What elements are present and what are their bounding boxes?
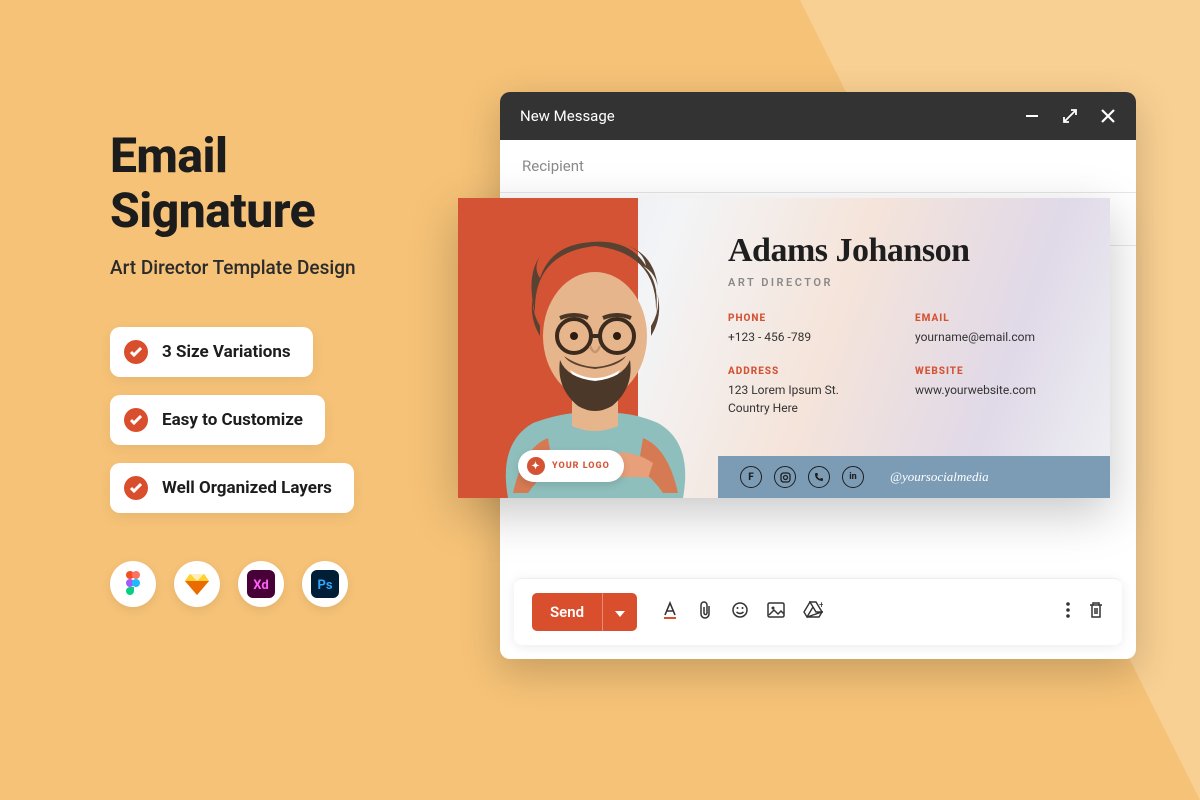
compose-toolbar: Send + [514,578,1122,645]
feature-label: Well Organized Layers [162,478,332,498]
phone-label: PHONE [728,313,895,324]
signature-info: Adams Johanson ART DIRECTOR PHONE +123 -… [718,198,1110,498]
send-label: Send [532,593,602,631]
check-icon [124,476,148,500]
feature-pill: Well Organized Layers [110,463,354,513]
photoshop-icon: Ps [302,561,348,607]
svg-text:Ps: Ps [317,578,332,593]
headline-line2: Signature [110,183,450,238]
headline: Email Signature [110,128,450,238]
feature-list: 3 Size Variations Easy to Customize Well… [110,327,450,513]
signature-name: Adams Johanson [728,232,1082,270]
recipient-field[interactable]: Recipient [500,140,1136,193]
delete-icon[interactable] [1088,601,1104,623]
contact-website: WEBSITE www.yourwebsite.com [915,366,1082,417]
instagram-icon[interactable] [774,466,796,488]
feature-label: 3 Size Variations [162,342,291,362]
logo-label: YOUR LOGO [552,461,610,471]
headline-line1: Email [110,128,450,183]
email-label: EMAIL [915,313,1082,324]
contact-address: ADDRESS 123 Lorem Ipsum St. Country Here [728,366,895,417]
image-icon[interactable] [767,602,785,622]
xd-icon: Xd [238,561,284,607]
website-label: WEBSITE [915,366,1082,377]
svg-text:+: + [819,601,823,611]
email-value: yourname@email.com [915,329,1082,346]
phone-value: +123 - 456 -789 [728,329,895,346]
address-value: 123 Lorem Ipsum St. Country Here [728,382,895,417]
address-label: ADDRESS [728,366,895,377]
compose-titlebar: New Message [500,92,1136,140]
subtitle: Art Director Template Design [110,256,450,279]
close-icon[interactable] [1100,108,1116,124]
logo-spark-icon: ✦ [527,457,545,475]
signature-social-bar: F in @yoursocialmedia [718,456,1110,498]
drive-icon[interactable]: + [803,601,823,623]
emoji-icon[interactable] [731,601,749,623]
send-button[interactable]: Send [532,593,637,631]
minimize-icon[interactable] [1024,108,1040,124]
contact-phone: PHONE +123 - 456 -789 [728,313,895,346]
feature-label: Easy to Customize [162,410,303,430]
feature-pill: Easy to Customize [110,395,325,445]
signature-logo-badge: ✦ YOUR LOGO [518,450,624,482]
check-icon [124,340,148,364]
expand-icon[interactable] [1062,108,1078,124]
figma-icon [110,561,156,607]
phone-social-icon[interactable] [808,466,830,488]
website-value: www.yourwebsite.com [915,382,1082,399]
attach-icon[interactable] [697,601,713,623]
check-icon [124,408,148,432]
signature-role: ART DIRECTOR [728,276,1082,289]
signature-card: ✦ YOUR LOGO Adams Johanson ART DIRECTOR … [458,198,1110,498]
format-text-icon[interactable] [661,601,679,623]
more-icon[interactable] [1066,601,1070,623]
svg-text:Xd: Xd [253,578,268,593]
compose-title: New Message [520,107,1024,125]
signature-photo-column: ✦ YOUR LOGO [458,198,718,498]
send-caret-icon[interactable] [602,593,637,631]
contact-email: EMAIL yourname@email.com [915,313,1082,346]
feature-pill: 3 Size Variations [110,327,313,377]
app-icons-row: Xd Ps [110,561,450,607]
sketch-icon [174,561,220,607]
linkedin-icon[interactable]: in [842,466,864,488]
facebook-icon[interactable]: F [740,466,762,488]
social-handle: @yoursocialmedia [890,469,989,485]
